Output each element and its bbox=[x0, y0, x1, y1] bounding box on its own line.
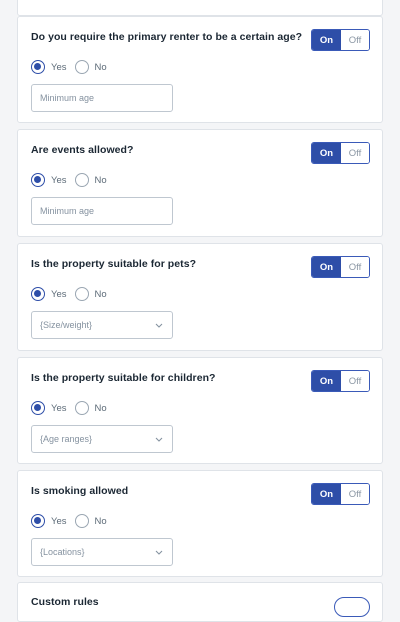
question-label: Are events allowed? bbox=[31, 144, 134, 156]
toggle-off[interactable]: Off bbox=[341, 143, 369, 163]
field-placeholder: Minimum age bbox=[40, 206, 95, 216]
rule-card-custom-rules: Custom rules bbox=[17, 582, 383, 622]
select-value: {Locations} bbox=[40, 547, 85, 557]
question-label: Is the property suitable for pets? bbox=[31, 258, 197, 270]
locations-select[interactable]: {Locations} bbox=[31, 538, 173, 566]
on-off-toggle[interactable]: On Off bbox=[311, 29, 370, 51]
radio-yes[interactable] bbox=[31, 173, 45, 187]
chevron-down-icon bbox=[154, 320, 164, 330]
radio-no[interactable] bbox=[74, 514, 89, 528]
radio-yes-label: Yes bbox=[51, 402, 67, 414]
radio-yes[interactable] bbox=[31, 287, 45, 301]
radio-no[interactable] bbox=[74, 401, 89, 415]
question-label: Is the property suitable for children? bbox=[31, 372, 216, 384]
toggle-on[interactable]: On bbox=[312, 257, 341, 277]
radio-no-label: No bbox=[94, 515, 107, 527]
minimum-age-input[interactable]: Minimum age bbox=[31, 84, 173, 112]
question-label: Is smoking allowed bbox=[31, 485, 129, 497]
yes-no-radio-group: Yes No bbox=[31, 59, 115, 75]
on-off-toggle[interactable]: On Off bbox=[311, 142, 370, 164]
toggle-on[interactable]: On bbox=[312, 371, 341, 391]
size-weight-select[interactable]: {Size/weight} bbox=[31, 311, 173, 339]
rule-card-pets: Is the property suitable for pets? On Of… bbox=[17, 243, 383, 351]
previous-card bbox=[17, 0, 383, 16]
question-label: Custom rules bbox=[31, 596, 99, 608]
rule-card-children: Is the property suitable for children? O… bbox=[17, 357, 383, 464]
yes-no-radio-group: Yes No bbox=[31, 513, 115, 529]
toggle-on[interactable]: On bbox=[312, 143, 341, 163]
toggle-off[interactable]: Off bbox=[341, 257, 369, 277]
age-ranges-select[interactable]: {Age ranges} bbox=[31, 425, 173, 453]
radio-yes[interactable] bbox=[31, 401, 45, 415]
yes-no-radio-group: Yes No bbox=[31, 286, 115, 302]
radio-yes[interactable] bbox=[31, 60, 45, 74]
radio-no-label: No bbox=[94, 174, 107, 186]
on-off-toggle[interactable]: On Off bbox=[311, 483, 370, 505]
radio-yes-label: Yes bbox=[51, 174, 67, 186]
radio-no[interactable] bbox=[74, 60, 89, 74]
radio-yes[interactable] bbox=[31, 514, 45, 528]
select-value: {Size/weight} bbox=[40, 320, 93, 330]
toggle-off[interactable]: Off bbox=[341, 484, 369, 504]
radio-no[interactable] bbox=[74, 287, 89, 301]
radio-no-label: No bbox=[94, 61, 107, 73]
toggle-off[interactable]: Off bbox=[341, 30, 369, 50]
question-label: Do you require the primary renter to be … bbox=[31, 31, 303, 43]
rule-card-min-age: Do you require the primary renter to be … bbox=[17, 16, 383, 123]
field-placeholder: Minimum age bbox=[40, 93, 95, 103]
rule-card-events: Are events allowed? On Off Yes No Minimu… bbox=[17, 129, 383, 237]
radio-yes-label: Yes bbox=[51, 61, 67, 73]
yes-no-radio-group: Yes No bbox=[31, 172, 115, 188]
radio-no[interactable] bbox=[74, 173, 89, 187]
chevron-down-icon bbox=[154, 547, 164, 557]
toggle-on[interactable]: On bbox=[312, 30, 341, 50]
radio-no-label: No bbox=[94, 288, 107, 300]
yes-no-radio-group: Yes No bbox=[31, 400, 115, 416]
on-off-toggle[interactable]: On Off bbox=[311, 256, 370, 278]
radio-yes-label: Yes bbox=[51, 515, 67, 527]
toggle-partial[interactable] bbox=[334, 597, 370, 617]
select-value: {Age ranges} bbox=[40, 434, 93, 444]
minimum-age-input[interactable]: Minimum age bbox=[31, 197, 173, 225]
radio-yes-label: Yes bbox=[51, 288, 67, 300]
toggle-off[interactable]: Off bbox=[341, 371, 369, 391]
rule-card-smoking: Is smoking allowed On Off Yes No {Locati… bbox=[17, 470, 383, 577]
radio-no-label: No bbox=[94, 402, 107, 414]
toggle-on[interactable]: On bbox=[312, 484, 341, 504]
chevron-down-icon bbox=[154, 434, 164, 444]
on-off-toggle[interactable]: On Off bbox=[311, 370, 370, 392]
